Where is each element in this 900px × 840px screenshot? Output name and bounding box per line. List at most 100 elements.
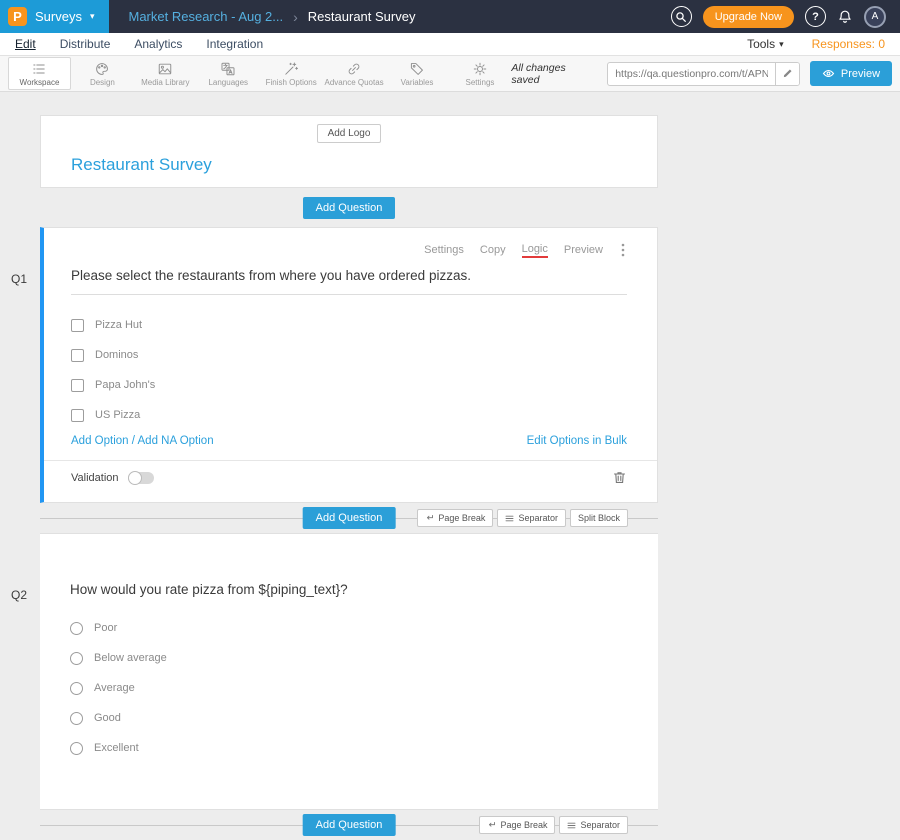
toolbar-item-settings[interactable]: Settings (448, 57, 511, 90)
option-checkbox[interactable] (71, 379, 84, 392)
insert-buttons: Page Break Separator (479, 816, 628, 834)
breadcrumb-parent[interactable]: Market Research - Aug 2... (129, 9, 284, 24)
add-logo-button[interactable]: Add Logo (317, 124, 382, 143)
settings-icon (472, 61, 488, 77)
question-text-q1[interactable]: Please select the restaurants from where… (71, 268, 627, 295)
search-button[interactable] (671, 6, 692, 27)
question-number-q2: Q2 (11, 588, 27, 602)
split-block-button[interactable]: Split Block (570, 509, 628, 527)
edit-options-in-bulk-link[interactable]: Edit Options in Bulk (527, 435, 627, 447)
question-logic-button[interactable]: Logic (522, 243, 548, 258)
delete-question-button[interactable] (612, 470, 627, 485)
add-question-button[interactable]: Add Question (303, 507, 396, 529)
tools-menu[interactable]: Tools▾ (747, 37, 784, 51)
option-row[interactable]: Below average (70, 643, 628, 673)
option-label[interactable]: Average (94, 682, 135, 694)
option-row[interactable]: Dominos (71, 340, 627, 370)
editor-toolbar: Workspace Design Media Library Languages… (0, 56, 900, 92)
option-row[interactable]: US Pizza (71, 400, 627, 430)
insert-row-1: Add Question Page Break Separator Split … (40, 503, 658, 533)
page-break-icon (425, 514, 434, 523)
option-label[interactable]: US Pizza (95, 409, 140, 421)
option-checkbox[interactable] (71, 409, 84, 422)
add-na-option-link[interactable]: Add NA Option (138, 435, 214, 447)
avatar[interactable]: A (864, 6, 886, 28)
option-row[interactable]: Poor (70, 613, 628, 643)
option-links-row: Add Option / Add NA Option Edit Options … (71, 435, 627, 447)
tab-integration[interactable]: Integration (206, 37, 263, 51)
page-break-button[interactable]: Page Break (417, 509, 493, 527)
edit-url-button[interactable] (775, 63, 799, 85)
tab-edit[interactable]: Edit (15, 37, 36, 51)
option-checkbox[interactable] (71, 349, 84, 362)
option-row[interactable]: Excellent (70, 733, 628, 763)
page-break-button[interactable]: Page Break (479, 816, 555, 834)
toolbar-item-media-library[interactable]: Media Library (134, 57, 197, 90)
toolbar-item-finish-options[interactable]: Finish Options (260, 57, 323, 90)
toolbar-item-label: Languages (208, 78, 248, 87)
add-question-button[interactable]: Add Question (303, 814, 396, 836)
toolbar-item-variables[interactable]: Variables (386, 57, 449, 90)
tab-distribute[interactable]: Distribute (60, 37, 111, 51)
preview-button[interactable]: Preview (810, 61, 892, 86)
toolbar-item-languages[interactable]: Languages (197, 57, 260, 90)
tab-analytics[interactable]: Analytics (134, 37, 182, 51)
survey-url-input[interactable] (608, 68, 775, 80)
option-radio[interactable] (70, 682, 83, 695)
search-icon (675, 11, 687, 23)
separator-icon (505, 514, 514, 523)
option-row[interactable]: Good (70, 703, 628, 733)
add-question-button[interactable]: Add Question (303, 197, 396, 219)
toolbar-item-advance-quotas[interactable]: Advance Quotas (323, 57, 386, 90)
option-label[interactable]: Excellent (94, 742, 139, 754)
separator-button[interactable]: Separator (559, 816, 628, 834)
add-option-link[interactable]: Add Option (71, 435, 129, 447)
surveys-menu[interactable]: P Surveys ▾ (0, 0, 109, 33)
toolbar-item-label: Advance Quotas (325, 78, 384, 87)
toolbar-item-label: Workspace (20, 78, 60, 87)
option-label[interactable]: Dominos (95, 349, 138, 361)
separator-button[interactable]: Separator (497, 509, 566, 527)
upgrade-now-button[interactable]: Upgrade Now (703, 6, 794, 28)
separator-icon (567, 821, 576, 830)
slash-separator: / (132, 435, 135, 447)
question-settings-button[interactable]: Settings (424, 244, 464, 256)
option-row[interactable]: Papa John's (71, 370, 627, 400)
question-text-q2[interactable]: How would you rate pizza from ${piping_t… (70, 582, 628, 597)
toolbar-item-workspace[interactable]: Workspace (8, 57, 71, 90)
option-checkbox[interactable] (71, 319, 84, 332)
question-preview-button[interactable]: Preview (564, 244, 603, 256)
option-row[interactable]: Pizza Hut (71, 310, 627, 340)
question-number-q1: Q1 (11, 272, 27, 286)
nav-right: Tools▾ Responses: 0 (747, 37, 885, 51)
question-copy-button[interactable]: Copy (480, 244, 506, 256)
option-row[interactable]: Average (70, 673, 628, 703)
question-card-q2[interactable]: How would you rate pizza from ${piping_t… (40, 533, 658, 810)
toolbar-item-label: Settings (465, 78, 494, 87)
insert-buttons: Page Break Separator Split Block (417, 509, 628, 527)
question-card-q1[interactable]: Settings Copy Logic Preview Please selec… (40, 227, 658, 503)
validation-toggle[interactable] (128, 472, 154, 484)
option-label[interactable]: Pizza Hut (95, 319, 142, 331)
design-icon (94, 61, 110, 77)
option-radio[interactable] (70, 742, 83, 755)
responses-count[interactable]: Responses: 0 (812, 37, 885, 51)
advance-quotas-icon (346, 61, 362, 77)
option-radio[interactable] (70, 622, 83, 635)
survey-title[interactable]: Restaurant Survey (71, 155, 627, 175)
finish-options-icon (283, 61, 299, 77)
option-radio[interactable] (70, 712, 83, 725)
option-label[interactable]: Papa John's (95, 379, 155, 391)
option-label[interactable]: Poor (94, 622, 117, 634)
question-more-button[interactable] (619, 243, 627, 257)
option-radio[interactable] (70, 652, 83, 665)
toolbar-item-design[interactable]: Design (71, 57, 134, 90)
toolbar-item-label: Media Library (141, 78, 189, 87)
answer-options-q1: Pizza Hut Dominos Papa John's US Pizza (71, 310, 627, 430)
survey-url-box (607, 62, 800, 86)
notifications-button[interactable] (837, 9, 853, 25)
option-label[interactable]: Good (94, 712, 121, 724)
languages-icon (220, 61, 236, 77)
help-button[interactable]: ? (805, 6, 826, 27)
option-label[interactable]: Below average (94, 652, 167, 664)
